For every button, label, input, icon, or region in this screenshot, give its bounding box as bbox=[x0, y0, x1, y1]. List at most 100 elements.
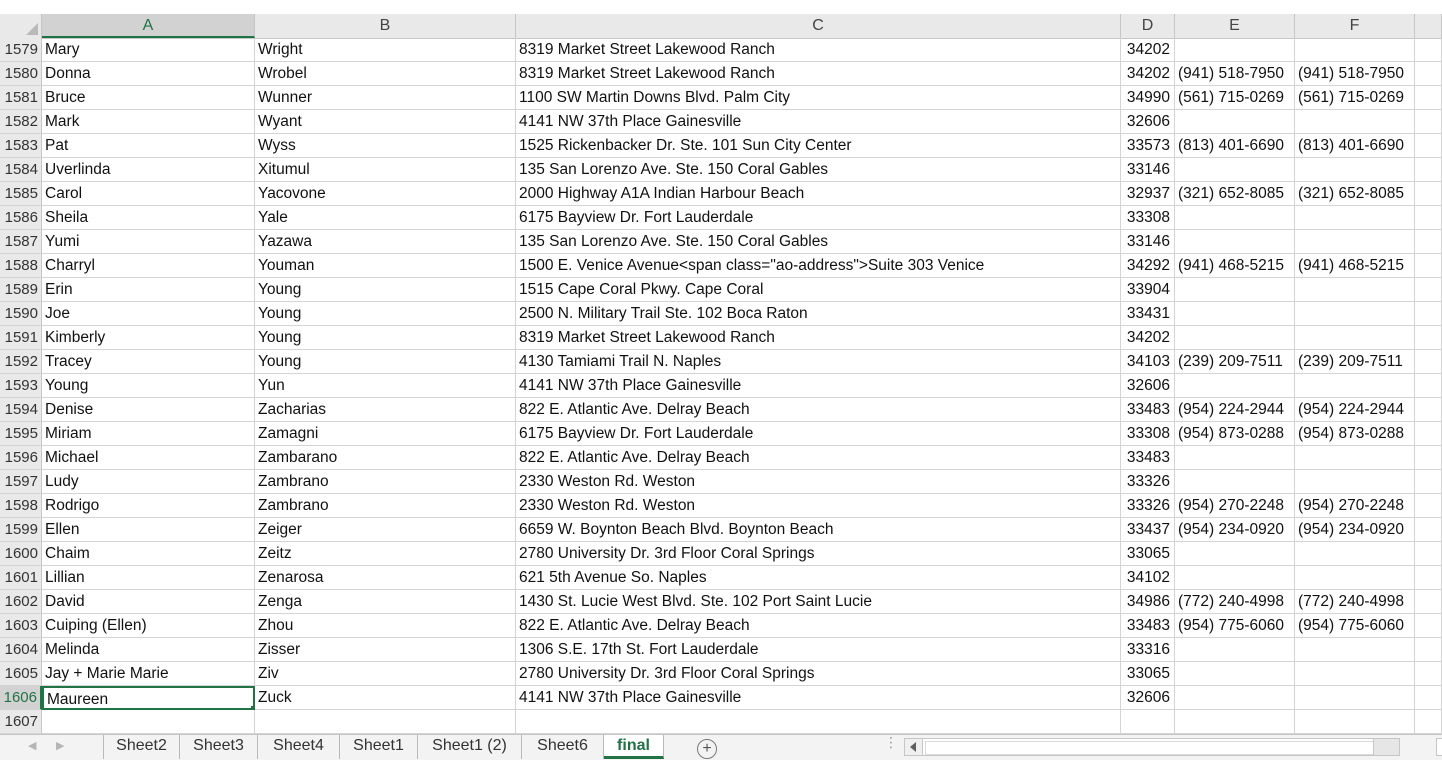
cell-empty[interactable] bbox=[1415, 158, 1442, 182]
cell-zip[interactable]: 34292 bbox=[1121, 254, 1175, 278]
cell-phone[interactable]: (954) 234-0920 bbox=[1175, 518, 1295, 542]
cell-empty[interactable] bbox=[1415, 566, 1442, 590]
cell-last-name[interactable] bbox=[255, 710, 516, 734]
cell-address[interactable]: 1306 S.E. 17th St. Fort Lauderdale bbox=[516, 638, 1121, 662]
cell-address[interactable]: 2330 Weston Rd. Weston bbox=[516, 470, 1121, 494]
cell-phone[interactable] bbox=[1175, 278, 1295, 302]
cell-address[interactable]: 2330 Weston Rd. Weston bbox=[516, 494, 1121, 518]
column-header-g[interactable] bbox=[1415, 14, 1442, 38]
cell-address[interactable]: 135 San Lorenzo Ave. Ste. 150 Coral Gabl… bbox=[516, 158, 1121, 182]
cell-address[interactable]: 1100 SW Martin Downs Blvd. Palm City bbox=[516, 86, 1121, 110]
cell-empty[interactable] bbox=[1415, 590, 1442, 614]
cell-zip[interactable]: 33483 bbox=[1121, 614, 1175, 638]
cell-phone-2[interactable] bbox=[1295, 230, 1415, 254]
cell-zip[interactable]: 33146 bbox=[1121, 230, 1175, 254]
cell-address[interactable]: 621 5th Avenue So. Naples bbox=[516, 566, 1121, 590]
cell-phone[interactable]: (954) 873-0288 bbox=[1175, 422, 1295, 446]
cell-first-name[interactable]: Joe bbox=[42, 302, 255, 326]
cell-phone[interactable] bbox=[1175, 158, 1295, 182]
row-header[interactable]: 1584 bbox=[0, 158, 42, 182]
cell-last-name[interactable]: Ziv bbox=[255, 662, 516, 686]
cell-phone[interactable] bbox=[1175, 230, 1295, 254]
row-header[interactable]: 1585 bbox=[0, 182, 42, 206]
cell-phone-2[interactable]: (941) 518-7950 bbox=[1295, 62, 1415, 86]
cell-phone[interactable] bbox=[1175, 206, 1295, 230]
cell-last-name[interactable]: Wunner bbox=[255, 86, 516, 110]
cell-zip[interactable]: 34202 bbox=[1121, 38, 1175, 62]
cell-empty[interactable] bbox=[1415, 206, 1442, 230]
cell-last-name[interactable]: Wright bbox=[255, 38, 516, 62]
cell-address[interactable]: 822 E. Atlantic Ave. Delray Beach bbox=[516, 398, 1121, 422]
cell-first-name[interactable] bbox=[42, 710, 255, 734]
row-header[interactable]: 1589 bbox=[0, 278, 42, 302]
cell-phone[interactable]: (772) 240-4998 bbox=[1175, 590, 1295, 614]
row-header[interactable]: 1591 bbox=[0, 326, 42, 350]
cell-first-name[interactable]: Ludy bbox=[42, 470, 255, 494]
cell-empty[interactable] bbox=[1415, 518, 1442, 542]
cell-last-name[interactable]: Zambrano bbox=[255, 470, 516, 494]
row-header[interactable]: 1606 bbox=[0, 686, 42, 710]
cell-phone[interactable]: (954) 270-2248 bbox=[1175, 494, 1295, 518]
cell-first-name[interactable]: Maureen bbox=[42, 686, 255, 710]
cell-last-name[interactable]: Wrobel bbox=[255, 62, 516, 86]
cell-last-name[interactable]: Zeiger bbox=[255, 518, 516, 542]
cell-phone[interactable] bbox=[1175, 446, 1295, 470]
cell-address[interactable]: 1500 E. Venice Avenue<span class="ao-add… bbox=[516, 254, 1121, 278]
cell-zip[interactable]: 33308 bbox=[1121, 422, 1175, 446]
cell-phone[interactable]: (941) 468-5215 bbox=[1175, 254, 1295, 278]
cell-first-name[interactable]: Chaim bbox=[42, 542, 255, 566]
cell-zip[interactable]: 34103 bbox=[1121, 350, 1175, 374]
row-header[interactable]: 1581 bbox=[0, 86, 42, 110]
cell-first-name[interactable]: Melinda bbox=[42, 638, 255, 662]
cell-empty[interactable] bbox=[1415, 470, 1442, 494]
cell-phone-2[interactable] bbox=[1295, 542, 1415, 566]
cell-phone-2[interactable]: (954) 775-6060 bbox=[1295, 614, 1415, 638]
cell-phone-2[interactable]: (772) 240-4998 bbox=[1295, 590, 1415, 614]
column-header-c[interactable]: C bbox=[516, 14, 1121, 38]
cell-first-name[interactable]: David bbox=[42, 590, 255, 614]
cell-phone-2[interactable]: (954) 873-0288 bbox=[1295, 422, 1415, 446]
cell-empty[interactable] bbox=[1415, 422, 1442, 446]
cell-first-name[interactable]: Yumi bbox=[42, 230, 255, 254]
cell-zip[interactable]: 33065 bbox=[1121, 662, 1175, 686]
cell-address[interactable]: 6175 Bayview Dr. Fort Lauderdale bbox=[516, 422, 1121, 446]
cell-address[interactable]: 4141 NW 37th Place Gainesville bbox=[516, 686, 1121, 710]
row-header[interactable]: 1595 bbox=[0, 422, 42, 446]
row-header[interactable]: 1605 bbox=[0, 662, 42, 686]
cell-phone[interactable]: (561) 715-0269 bbox=[1175, 86, 1295, 110]
row-header[interactable]: 1586 bbox=[0, 206, 42, 230]
cell-phone[interactable] bbox=[1175, 302, 1295, 326]
cell-phone-2[interactable] bbox=[1295, 158, 1415, 182]
row-header[interactable]: 1592 bbox=[0, 350, 42, 374]
cell-last-name[interactable]: Yacovone bbox=[255, 182, 516, 206]
cell-empty[interactable] bbox=[1415, 230, 1442, 254]
cell-phone-2[interactable] bbox=[1295, 206, 1415, 230]
cell-address[interactable]: 1525 Rickenbacker Dr. Ste. 101 Sun City … bbox=[516, 134, 1121, 158]
cell-phone[interactable] bbox=[1175, 710, 1295, 734]
cell-last-name[interactable]: Young bbox=[255, 350, 516, 374]
cell-last-name[interactable]: Wyant bbox=[255, 110, 516, 134]
cell-empty[interactable] bbox=[1415, 614, 1442, 638]
cell-first-name[interactable]: Young bbox=[42, 374, 255, 398]
cell-address[interactable]: 8319 Market Street Lakewood Ranch bbox=[516, 38, 1121, 62]
cell-zip[interactable]: 34990 bbox=[1121, 86, 1175, 110]
cell-phone-2[interactable] bbox=[1295, 446, 1415, 470]
cell-last-name[interactable]: Zacharias bbox=[255, 398, 516, 422]
cell-phone-2[interactable] bbox=[1295, 110, 1415, 134]
row-header[interactable]: 1594 bbox=[0, 398, 42, 422]
row-header[interactable]: 1582 bbox=[0, 110, 42, 134]
cell-last-name[interactable]: Zeitz bbox=[255, 542, 516, 566]
cell-first-name[interactable]: Michael bbox=[42, 446, 255, 470]
cell-first-name[interactable]: Ellen bbox=[42, 518, 255, 542]
tab-sheet3[interactable]: Sheet3 bbox=[180, 735, 258, 759]
cell-phone-2[interactable] bbox=[1295, 302, 1415, 326]
row-header[interactable]: 1587 bbox=[0, 230, 42, 254]
cell-address[interactable]: 6659 W. Boynton Beach Blvd. Boynton Beac… bbox=[516, 518, 1121, 542]
tab-split-handle-icon[interactable]: ⋮ bbox=[884, 735, 898, 749]
cell-phone-2[interactable]: (954) 234-0920 bbox=[1295, 518, 1415, 542]
row-header[interactable]: 1601 bbox=[0, 566, 42, 590]
cell-empty[interactable] bbox=[1415, 326, 1442, 350]
cell-empty[interactable] bbox=[1415, 110, 1442, 134]
cell-first-name[interactable]: Denise bbox=[42, 398, 255, 422]
row-header[interactable]: 1607 bbox=[0, 710, 42, 734]
